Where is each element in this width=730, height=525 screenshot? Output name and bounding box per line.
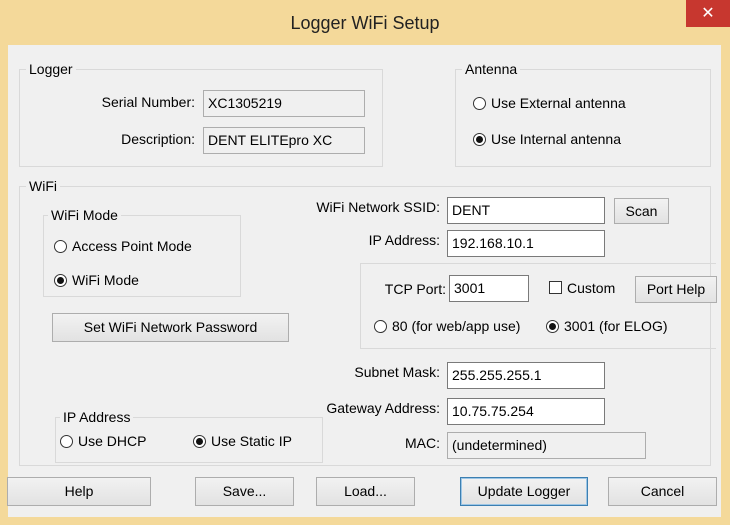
use-static-ip-radio[interactable] (193, 435, 206, 448)
scan-button[interactable]: Scan (614, 198, 669, 224)
port-3001-radio[interactable] (546, 320, 559, 333)
wifi-group-legend: WiFi (26, 178, 60, 194)
custom-port-label[interactable]: Custom (567, 280, 615, 296)
description-field: DENT ELITEpro XC (203, 127, 365, 154)
ip-address-input[interactable]: 192.168.10.1 (447, 230, 605, 257)
title-bar[interactable]: Logger WiFi Setup ✕ (0, 0, 730, 45)
ssid-input[interactable]: DENT (447, 197, 605, 224)
antenna-group: Antenna Use External antenna Use Interna… (455, 61, 711, 167)
close-icon: ✕ (701, 5, 715, 22)
logger-group-legend: Logger (26, 61, 76, 77)
tcp-port-label: TCP Port: (384, 281, 446, 297)
ssid-label: WiFi Network SSID: (316, 199, 440, 215)
use-dhcp-radio[interactable] (60, 435, 73, 448)
gateway-address-label: Gateway Address: (326, 400, 440, 416)
ip-address-label: IP Address: (368, 232, 440, 248)
mac-field: (undetermined) (447, 432, 646, 459)
help-button[interactable]: Help (7, 477, 151, 506)
wifi-mode-label[interactable]: WiFi Mode (72, 272, 139, 288)
ip-address-mode-legend: IP Address (60, 409, 134, 425)
wifi-mode-group: WiFi Mode Access Point Mode WiFi Mode (43, 207, 241, 297)
ip-address-mode-group: IP Address Use DHCP Use Static IP (55, 409, 323, 463)
serial-number-label: Serial Number: (101, 94, 195, 110)
set-wifi-password-button[interactable]: Set WiFi Network Password (52, 313, 289, 342)
logger-group: Logger Serial Number: XC1305219 Descript… (19, 61, 383, 167)
wifi-mode-radio[interactable] (54, 274, 67, 287)
access-point-mode-radio[interactable] (54, 240, 67, 253)
save-button[interactable]: Save... (195, 477, 294, 506)
port-80-radio[interactable] (374, 320, 387, 333)
serial-number-field: XC1305219 (203, 90, 365, 117)
gateway-address-input[interactable]: 10.75.75.254 (447, 398, 605, 425)
use-dhcp-label[interactable]: Use DHCP (78, 433, 146, 449)
port-80-label[interactable]: 80 (for web/app use) (392, 318, 520, 334)
access-point-mode-label[interactable]: Access Point Mode (72, 238, 192, 254)
cancel-button[interactable]: Cancel (608, 477, 717, 506)
wifi-group: WiFi WiFi Mode Access Point Mode WiFi Mo… (19, 178, 717, 466)
subnet-mask-input[interactable]: 255.255.255.1 (447, 362, 605, 389)
port-3001-label[interactable]: 3001 (for ELOG) (564, 318, 668, 334)
update-logger-button[interactable]: Update Logger (460, 477, 588, 506)
wifi-mode-legend: WiFi Mode (48, 207, 121, 223)
close-button[interactable]: ✕ (686, 0, 730, 27)
port-help-button[interactable]: Port Help (635, 276, 717, 303)
internal-antenna-label[interactable]: Use Internal antenna (491, 131, 621, 147)
external-antenna-label[interactable]: Use External antenna (491, 95, 626, 111)
antenna-group-legend: Antenna (462, 61, 521, 77)
custom-port-checkbox[interactable] (549, 281, 562, 294)
load-button[interactable]: Load... (316, 477, 415, 506)
dialog-client-area: Logger Serial Number: XC1305219 Descript… (7, 45, 721, 517)
tcp-port-input[interactable]: 3001 (449, 275, 529, 302)
external-antenna-radio[interactable] (473, 97, 486, 110)
internal-antenna-radio[interactable] (473, 133, 486, 146)
description-label: Description: (121, 131, 195, 147)
subnet-mask-label: Subnet Mask: (354, 364, 440, 380)
dialog-window: Logger WiFi Setup ✕ Logger Serial Number… (0, 0, 730, 525)
tcp-port-group: TCP Port: 3001 Custom Port Help 80 (for … (360, 263, 717, 349)
window-title: Logger WiFi Setup (290, 13, 440, 33)
use-static-ip-label[interactable]: Use Static IP (211, 433, 292, 449)
